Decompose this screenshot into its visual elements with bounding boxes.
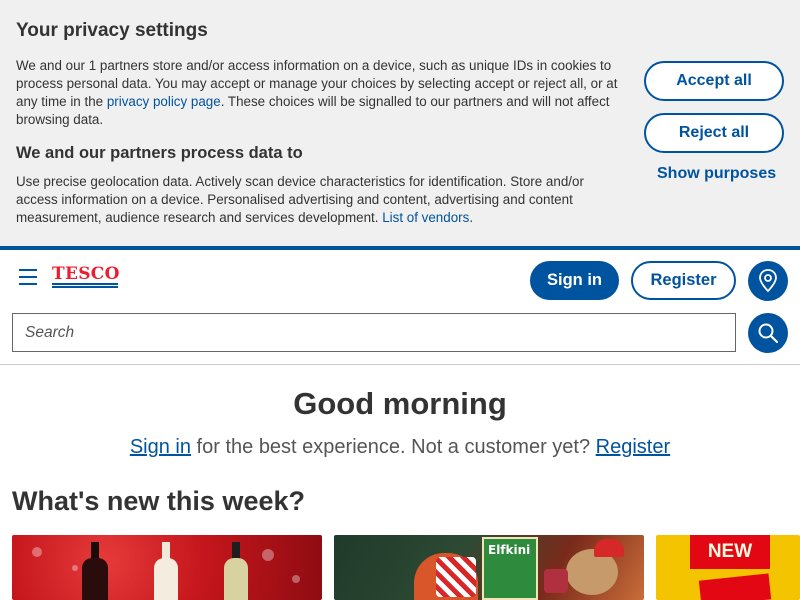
elfkini-box-image: Elfkini (482, 537, 538, 600)
search-icon (758, 323, 779, 344)
sign-in-button[interactable]: Sign in (530, 261, 619, 300)
show-purposes-link[interactable]: Show purposes (657, 165, 776, 183)
sparkling-wine-bottle-image (224, 542, 248, 600)
header-divider (0, 364, 800, 365)
signin-prompt: Sign in for the best experience. Not a c… (129, 436, 671, 458)
new-badge: NEW (690, 535, 770, 569)
new-products-card[interactable]: NEW (656, 535, 800, 600)
christmas-gifts-card[interactable]: Elfkini (334, 535, 644, 600)
location-pin-icon (759, 269, 777, 293)
wine-promo-card[interactable] (12, 535, 322, 600)
signin-prompt-link[interactable]: Sign in (130, 436, 191, 458)
privacy-policy-link[interactable]: privacy policy page (107, 94, 221, 109)
white-wine-bottle-image (154, 542, 178, 600)
search-field[interactable] (12, 313, 736, 352)
promo-banner-strip (698, 573, 772, 600)
banner-divider (0, 246, 800, 250)
reject-all-button[interactable]: Reject all (644, 113, 784, 153)
logo-stripes (52, 283, 118, 289)
register-prompt-link[interactable]: Register (596, 436, 670, 458)
red-wine-bottle-image (82, 542, 108, 600)
privacy-title: Your privacy settings (16, 20, 208, 41)
hamburger-menu-icon[interactable] (19, 269, 37, 285)
privacy-banner: Your privacy settings We and our 1 partn… (0, 0, 800, 246)
privacy-subtitle: We and our partners process data to (16, 144, 303, 162)
whats-new-heading: What's new this week? (12, 486, 305, 516)
store-locator-button[interactable] (748, 261, 788, 301)
search-input[interactable] (13, 314, 735, 351)
search-button[interactable] (748, 313, 788, 353)
tesco-logo[interactable]: TESCO (52, 265, 119, 289)
register-button[interactable]: Register (631, 261, 736, 300)
accept-all-button[interactable]: Accept all (644, 61, 784, 101)
privacy-description: We and our 1 partners store and/or acces… (16, 58, 618, 127)
greeting-heading: Good morning (293, 386, 507, 421)
privacy-purposes-description: Use precise geolocation data. Actively s… (16, 174, 584, 225)
list-of-vendors-link[interactable]: List of vendors (382, 210, 469, 225)
